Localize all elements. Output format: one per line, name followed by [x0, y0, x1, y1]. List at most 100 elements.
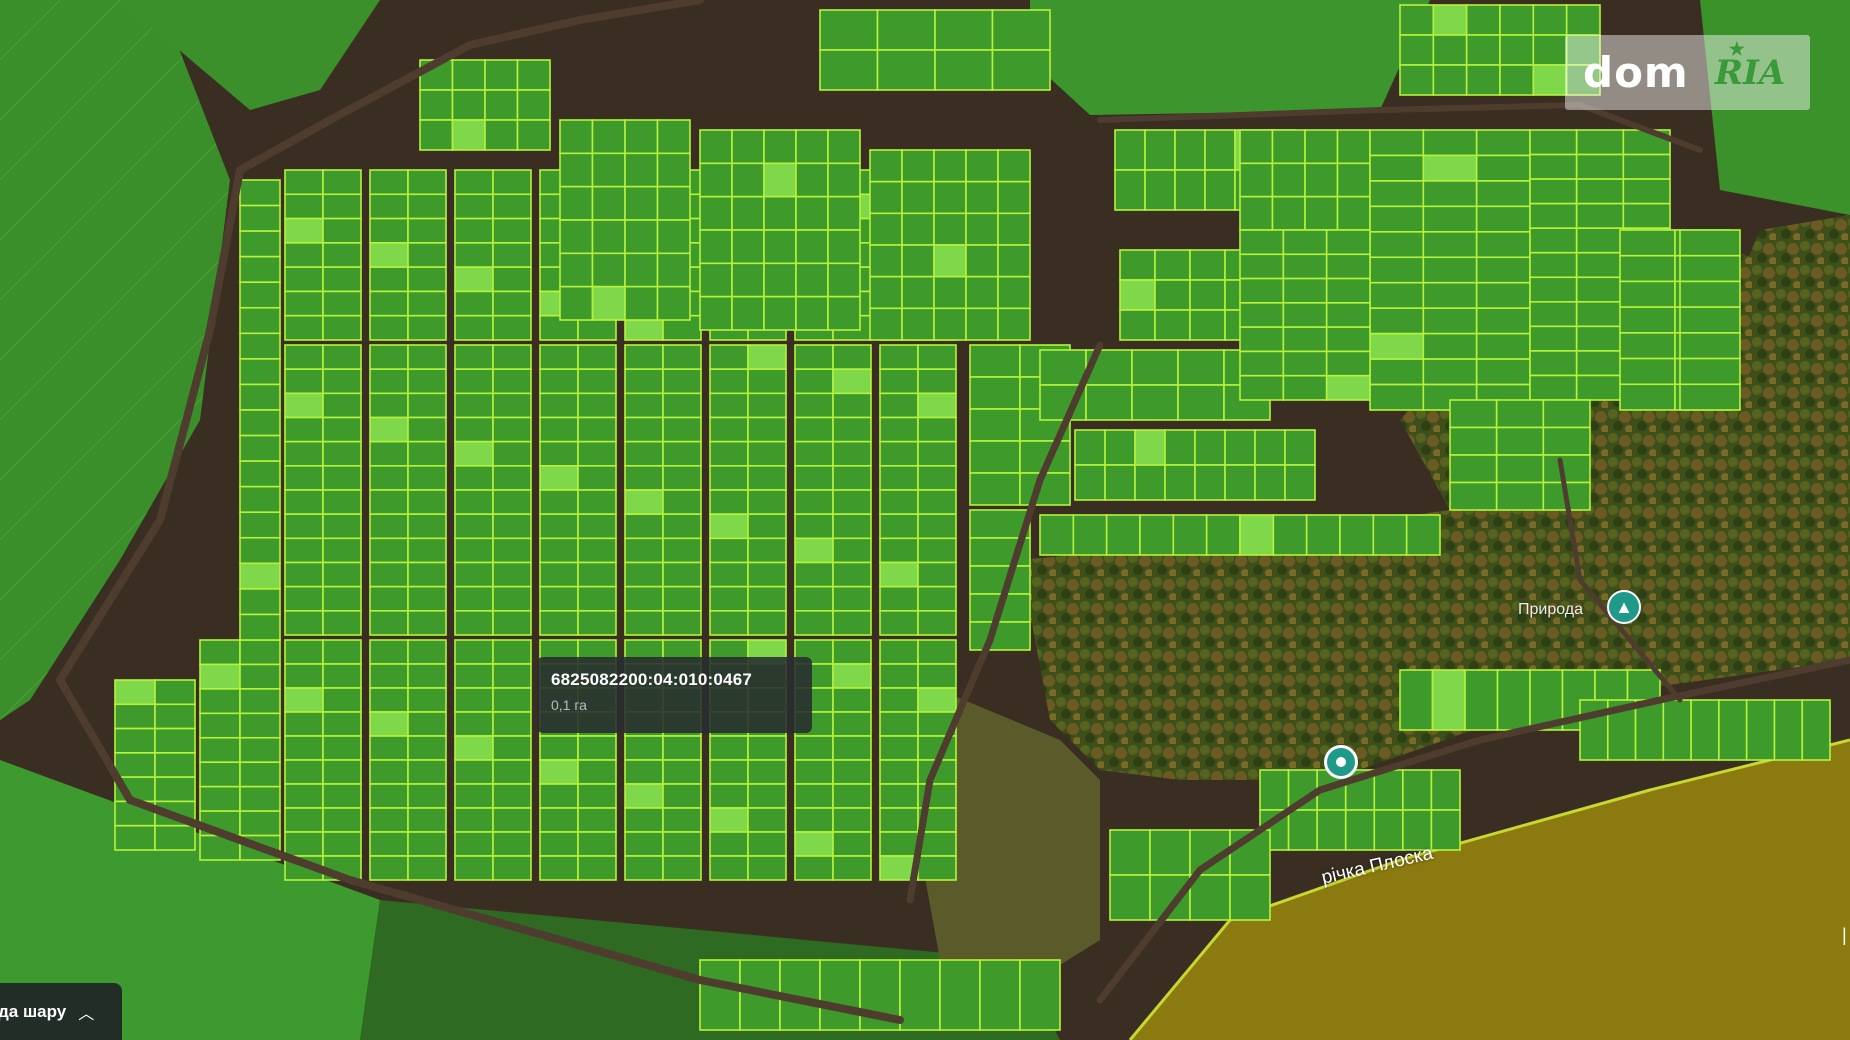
land-parcel[interactable] — [1422, 129, 1478, 157]
land-parcel[interactable] — [407, 513, 447, 540]
land-parcel[interactable] — [1131, 349, 1179, 386]
land-parcel[interactable] — [1529, 350, 1578, 377]
land-parcel[interactable] — [492, 290, 532, 317]
land-parcel[interactable] — [747, 855, 787, 881]
land-parcel[interactable] — [492, 266, 532, 293]
land-parcel[interactable] — [239, 562, 281, 590]
land-parcel[interactable] — [322, 537, 362, 564]
land-parcel[interactable] — [454, 489, 494, 515]
land-parcel[interactable] — [369, 368, 409, 395]
land-parcel[interactable] — [794, 489, 834, 515]
land-parcel[interactable] — [591, 219, 626, 255]
land-parcel[interactable] — [794, 344, 834, 370]
land-parcel[interactable] — [747, 807, 787, 833]
land-parcel[interactable] — [284, 735, 324, 761]
land-parcel[interactable] — [662, 855, 702, 881]
land-parcel[interactable] — [322, 831, 362, 857]
land-parcel[interactable] — [656, 152, 691, 188]
land-parcel[interactable] — [1529, 153, 1578, 180]
land-parcel[interactable] — [1622, 153, 1671, 180]
land-parcel[interactable] — [1325, 374, 1371, 401]
land-parcel[interactable] — [1465, 4, 1501, 36]
land-parcel[interactable] — [917, 585, 957, 612]
land-parcel[interactable] — [794, 465, 834, 491]
land-parcel[interactable] — [1529, 374, 1578, 401]
land-parcel[interactable] — [709, 807, 749, 833]
land-parcel[interactable] — [1422, 256, 1478, 284]
land-parcel[interactable] — [1105, 514, 1141, 556]
land-parcel[interactable] — [1254, 429, 1286, 466]
land-parcel[interactable] — [454, 513, 494, 540]
land-parcel[interactable] — [1475, 205, 1531, 233]
land-parcel[interactable] — [322, 416, 362, 443]
land-parcel[interactable] — [709, 735, 749, 761]
land-parcel[interactable] — [656, 285, 691, 321]
land-parcel[interactable] — [656, 252, 691, 288]
land-parcel[interactable] — [322, 687, 362, 713]
land-parcel[interactable] — [1496, 669, 1531, 731]
land-parcel[interactable] — [284, 759, 324, 785]
land-parcel[interactable] — [1339, 514, 1375, 556]
land-parcel[interactable] — [1475, 256, 1531, 284]
land-parcel[interactable] — [879, 561, 919, 588]
land-parcel[interactable] — [1282, 374, 1328, 401]
land-parcel[interactable] — [1224, 429, 1256, 466]
land-parcel[interactable] — [284, 290, 324, 317]
land-parcel[interactable] — [699, 262, 733, 298]
land-parcel[interactable] — [876, 49, 936, 91]
land-parcel[interactable] — [1745, 699, 1776, 761]
land-parcel[interactable] — [709, 610, 749, 636]
land-parcel[interactable] — [997, 180, 1031, 215]
land-parcel[interactable] — [369, 759, 409, 785]
land-parcel[interactable] — [199, 688, 241, 715]
land-parcel[interactable] — [154, 703, 196, 730]
land-parcel[interactable] — [969, 621, 1031, 651]
land-parcel[interactable] — [239, 639, 281, 666]
land-parcel[interactable] — [1259, 769, 1290, 811]
land-parcel[interactable] — [879, 687, 919, 713]
land-parcel[interactable] — [492, 242, 532, 268]
land-parcel[interactable] — [492, 831, 532, 857]
land-parcel[interactable] — [1499, 4, 1535, 36]
land-parcel[interactable] — [879, 610, 919, 636]
land-parcel[interactable] — [239, 434, 281, 462]
land-parcel[interactable] — [794, 759, 834, 785]
land-parcel[interactable] — [794, 783, 834, 809]
land-parcel[interactable] — [1422, 358, 1478, 386]
land-parcel[interactable] — [662, 392, 702, 419]
land-parcel[interactable] — [747, 392, 787, 419]
land-parcel[interactable] — [1039, 349, 1087, 386]
land-parcel[interactable] — [492, 169, 532, 196]
land-parcel[interactable] — [917, 687, 957, 713]
land-parcel[interactable] — [917, 344, 957, 370]
land-parcel[interactable] — [239, 588, 281, 616]
land-parcel[interactable] — [454, 855, 494, 881]
tree-icon[interactable]: ▲ — [1607, 590, 1641, 624]
land-parcel[interactable] — [239, 736, 281, 764]
land-parcel[interactable] — [322, 783, 362, 809]
land-parcel[interactable] — [1499, 64, 1535, 96]
land-parcel[interactable] — [1189, 249, 1226, 281]
land-parcel[interactable] — [832, 687, 872, 713]
land-parcel[interactable] — [1619, 306, 1676, 334]
land-parcel[interactable] — [284, 392, 324, 419]
land-parcel[interactable] — [454, 440, 494, 467]
land-parcel[interactable] — [917, 513, 957, 540]
land-parcel[interactable] — [747, 344, 787, 370]
land-parcel[interactable] — [591, 152, 626, 188]
land-parcel[interactable] — [1224, 464, 1256, 501]
land-parcel[interactable] — [1542, 426, 1591, 456]
land-parcel[interactable] — [1495, 481, 1545, 511]
land-parcel[interactable] — [369, 290, 409, 317]
land-parcel[interactable] — [1495, 454, 1545, 484]
land-parcel[interactable] — [819, 49, 879, 91]
land-parcel[interactable] — [624, 783, 664, 809]
land-parcel[interactable] — [624, 392, 664, 419]
land-parcel[interactable] — [1074, 429, 1106, 466]
land-parcel[interactable] — [1109, 874, 1151, 921]
land-parcel[interactable] — [577, 344, 617, 370]
land-parcel[interactable] — [731, 295, 765, 331]
land-parcel[interactable] — [879, 711, 919, 737]
land-parcel[interactable] — [1189, 309, 1226, 341]
land-parcel[interactable] — [1272, 514, 1308, 556]
